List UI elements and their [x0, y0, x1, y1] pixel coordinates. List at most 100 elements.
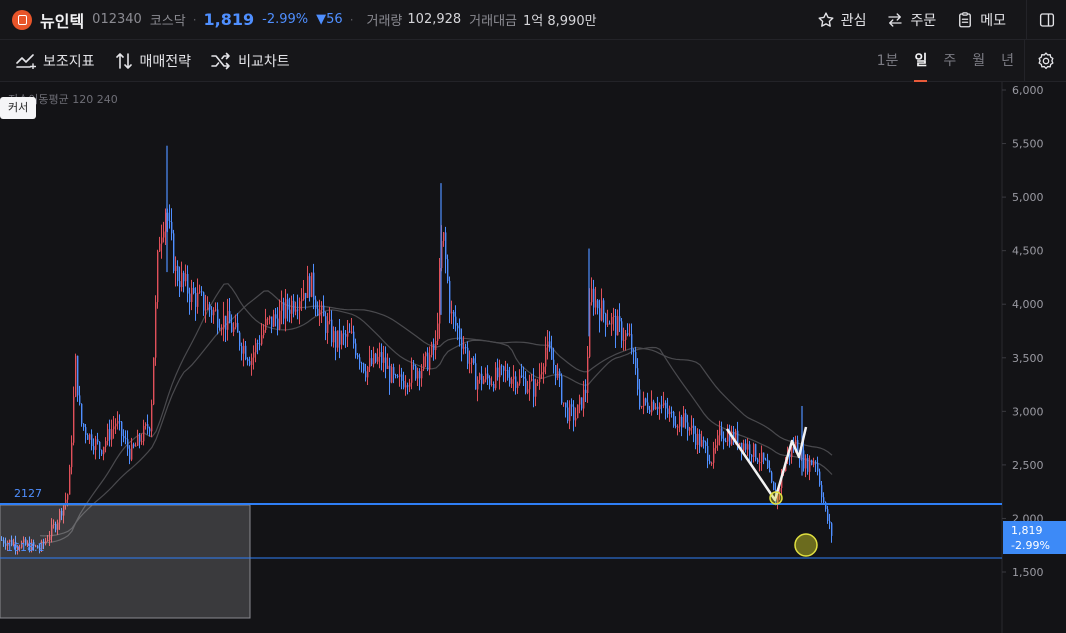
- candle-body: [359, 357, 361, 364]
- candle-body: [407, 385, 409, 387]
- candle-body: [505, 369, 507, 371]
- candle-body: [483, 379, 485, 384]
- candle-body: [827, 509, 829, 521]
- candle-body: [805, 457, 807, 469]
- candle-body: [91, 434, 93, 447]
- box-level-label: 1618.1: [6, 541, 45, 554]
- candle-body: [607, 323, 609, 325]
- candle-body: [679, 416, 681, 427]
- candle-body: [377, 356, 379, 362]
- candle-body: [177, 265, 179, 282]
- candle-body: [467, 347, 469, 364]
- candle-body: [471, 358, 473, 363]
- candle-body: [521, 375, 523, 377]
- candle-body: [695, 433, 697, 445]
- chart-settings-button[interactable]: [1024, 40, 1066, 82]
- candle-body: [219, 327, 221, 330]
- star-icon: [818, 12, 834, 27]
- tab-period-day[interactable]: 일: [914, 40, 927, 82]
- candle-body: [615, 315, 617, 336]
- candle-body: [747, 444, 749, 450]
- side-panel-toggle-button[interactable]: [1026, 0, 1066, 40]
- candle-body: [457, 325, 459, 329]
- candle-body: [275, 314, 277, 319]
- candle-body: [207, 304, 209, 310]
- candle-body: [171, 221, 173, 234]
- candle-body: [713, 448, 715, 463]
- candle-body: [255, 343, 257, 353]
- marker-circle-small[interactable]: [769, 491, 783, 505]
- candle-body: [689, 428, 691, 431]
- tab-period-month[interactable]: 월: [972, 40, 985, 82]
- candle-body: [681, 416, 683, 428]
- candle-body: [549, 341, 551, 349]
- current-rate-tag-value: -2.99%: [1011, 539, 1050, 552]
- candle-body: [287, 299, 289, 310]
- candle-body: [353, 331, 355, 344]
- candle-body: [355, 343, 357, 356]
- candle-body: [159, 243, 161, 252]
- candle-body: [565, 402, 567, 408]
- candle-body: [235, 322, 237, 328]
- candle-body: [691, 425, 693, 429]
- candle-body: [571, 404, 573, 407]
- candle-body: [339, 330, 341, 345]
- compare-chart-button[interactable]: 비교차트: [211, 51, 290, 71]
- candle-body: [139, 434, 141, 442]
- candle-body: [127, 439, 129, 449]
- price-chart[interactable]: 6,000 5,500 5,000 4,500 4,000 3,500 3,000 2,500…: [0, 82, 1066, 633]
- range-selection-box[interactable]: [0, 504, 251, 619]
- candle-body: [191, 287, 193, 303]
- candle-body: [301, 299, 303, 302]
- candle-body: [323, 305, 325, 317]
- candle-body: [653, 401, 655, 410]
- candle-body: [367, 366, 369, 378]
- candle-body: [283, 302, 285, 319]
- candle-body: [185, 274, 187, 282]
- marker-circle-large[interactable]: [794, 533, 818, 557]
- candlestick-chart-canvas[interactable]: 6,000 5,500 5,000 4,500 4,000 3,500 3,000 2,500…: [0, 82, 1066, 633]
- candle-body: [465, 347, 467, 349]
- candle-body: [299, 301, 301, 310]
- candle-body: [379, 352, 381, 357]
- indicator-chart-icon: [16, 53, 36, 69]
- watch-button[interactable]: 관심: [817, 10, 866, 30]
- candle-body: [251, 357, 253, 365]
- y-axis-tick-label: 3,000: [1012, 405, 1044, 418]
- stock-name[interactable]: 뉴인텍: [40, 8, 84, 32]
- order-button[interactable]: 주문: [886, 10, 936, 30]
- candle-body: [705, 442, 707, 447]
- candle-body: [83, 423, 85, 428]
- candle-body: [561, 375, 563, 403]
- candle-body: [115, 423, 117, 427]
- candle-body: [245, 345, 247, 360]
- candle-body: [165, 212, 167, 232]
- order-label: 주문: [910, 13, 937, 29]
- tab-period-year[interactable]: 년: [1001, 40, 1014, 82]
- candle-body: [425, 352, 427, 357]
- trading-strategy-button[interactable]: 매매전략: [115, 51, 191, 71]
- y-axis-tick-label: 5,500: [1012, 138, 1044, 151]
- change-rate: -2.99%: [262, 12, 309, 27]
- candle-body: [387, 365, 389, 369]
- candle-body: [609, 323, 611, 325]
- memo-button[interactable]: 메모: [956, 10, 1006, 30]
- change-amount: ▼56: [316, 12, 343, 27]
- tab-period-week[interactable]: 주: [943, 40, 956, 82]
- tab-period-1min[interactable]: 1분: [877, 40, 899, 82]
- candle-body: [135, 445, 137, 447]
- candle-body: [271, 316, 273, 327]
- candle-body: [315, 299, 317, 309]
- candle-body: [449, 280, 451, 314]
- candle-body: [333, 331, 335, 343]
- candle-body: [523, 376, 525, 379]
- candle-body: [101, 450, 103, 455]
- candle-body: [529, 380, 531, 390]
- candle-body: [93, 446, 95, 450]
- indicators-button[interactable]: 보조지표: [16, 51, 95, 71]
- candle-body: [309, 276, 311, 297]
- candle-body: [345, 334, 347, 337]
- candle-body: [421, 369, 423, 379]
- candle-body: [791, 446, 793, 458]
- candle-body: [273, 314, 275, 327]
